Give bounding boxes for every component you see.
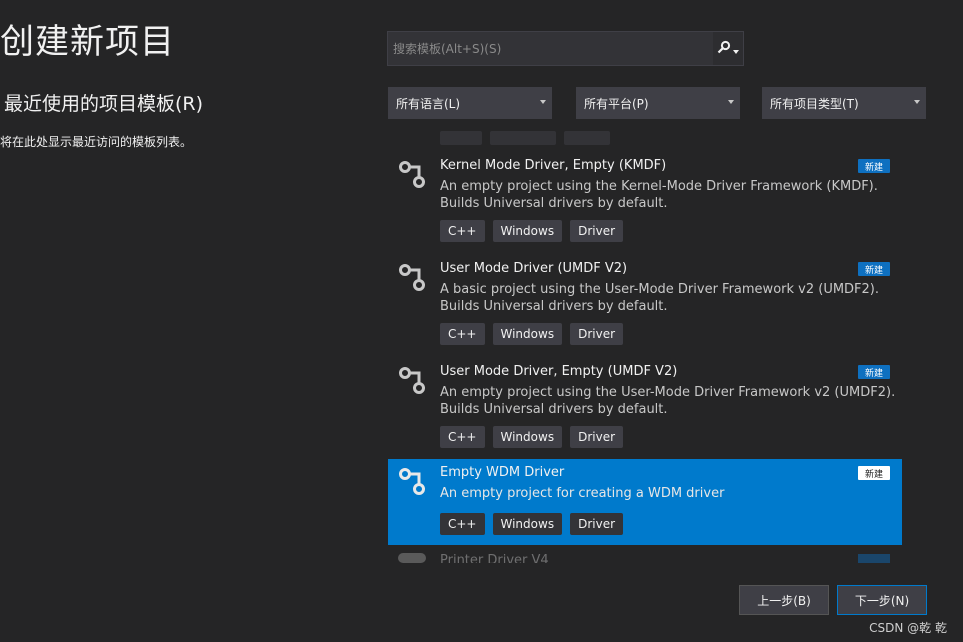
template-name: User Mode Driver, Empty (UMDF V2) [440,364,678,379]
platform-filter-label: 所有平台(P) [584,96,649,111]
language-filter[interactable]: 所有语言(L) [388,87,552,119]
search-input[interactable] [388,32,713,65]
platform-filter[interactable]: 所有平台(P) [576,87,740,119]
chevron-down-icon [728,100,734,104]
tag-driver: Driver [570,426,624,448]
tag-cpp: C++ [440,426,485,448]
new-badge: 新建 [858,365,890,379]
driver-template-icon [398,261,430,293]
template-description: An empty project using the Kernel-Mode D… [440,178,878,212]
back-button[interactable]: 上一步(B) [739,585,829,615]
template-description-line: An empty project using the User-Mode Dri… [440,385,896,400]
previous-template-tags [440,131,610,145]
watermark: CSDN @乾 乾 [869,621,947,635]
project-type-filter-label: 所有项目类型(T) [770,96,859,111]
tag-cpp: C++ [440,323,485,345]
template-description: An empty project for creating a WDM driv… [440,485,724,502]
template-tags: C++ Windows Driver [440,220,624,242]
template-name: Empty WDM Driver [440,465,565,480]
tag-driver: Driver [570,220,624,242]
template-item-umdf-v2-empty[interactable]: User Mode Driver, Empty (UMDF V2) An emp… [388,358,902,448]
template-item-empty-wdm[interactable]: Empty WDM Driver An empty project for cr… [388,459,902,545]
search-icon [717,39,731,58]
template-name: User Mode Driver (UMDF V2) [440,261,628,276]
driver-template-icon [398,553,426,563]
template-tags: C++ Windows Driver [440,426,624,448]
driver-template-icon [398,158,430,190]
template-item-kmdf-empty[interactable]: Kernel Mode Driver, Empty (KMDF) An empt… [388,152,902,242]
tag-cpp: C++ [440,513,485,535]
template-description: A basic project using the User-Mode Driv… [440,281,879,315]
tag-driver: Driver [570,513,624,535]
new-badge: 新建 [858,466,890,480]
template-name: Printer Driver V4 [440,553,549,563]
template-item-umdf-v2[interactable]: User Mode Driver (UMDF V2) A basic proje… [388,255,902,345]
template-list[interactable]: Kernel Mode Driver, Empty (KMDF) An empt… [388,119,902,563]
search-box[interactable] [387,31,744,66]
tag-windows: Windows [492,513,563,535]
template-tags: C++ Windows Driver [440,323,624,345]
tag-driver: Driver [570,323,624,345]
language-filter-label: 所有语言(L) [396,96,461,111]
tag-cpp: C++ [440,220,485,242]
new-badge [858,554,890,563]
template-description-line: Builds Universal drivers by default. [440,402,668,417]
driver-template-icon [398,364,430,396]
chevron-down-icon [733,39,739,58]
template-name: Kernel Mode Driver, Empty (KMDF) [440,158,667,173]
template-description: An empty project using the User-Mode Dri… [440,384,895,418]
new-badge: 新建 [858,262,890,276]
new-badge: 新建 [858,159,890,173]
tag-windows: Windows [492,220,563,242]
driver-template-icon [398,465,430,497]
next-button[interactable]: 下一步(N) [837,585,927,615]
template-description-line: An empty project for creating a WDM driv… [440,486,725,501]
template-item-printer-driver-v4[interactable]: Printer Driver V4 [388,551,902,563]
template-description-line: An empty project using the Kernel-Mode D… [440,179,878,194]
template-description-line: Builds Universal drivers by default. [440,196,668,211]
project-type-filter[interactable]: 所有项目类型(T) [762,87,926,119]
tag-windows: Windows [492,426,563,448]
template-description-line: A basic project using the User-Mode Driv… [440,282,880,297]
template-description-line: Builds Universal drivers by default. [440,299,668,314]
tag-windows: Windows [492,323,563,345]
recent-templates-empty-text: 将在此处显示最近访问的模板列表。 [0,135,193,149]
search-button[interactable] [713,32,743,65]
recent-templates-heading: 最近使用的项目模板(R) [4,93,204,115]
chevron-down-icon [540,100,546,104]
template-tags: C++ Windows Driver [440,513,624,535]
chevron-down-icon [914,100,920,104]
page-title: 创建新项目 [0,22,175,62]
